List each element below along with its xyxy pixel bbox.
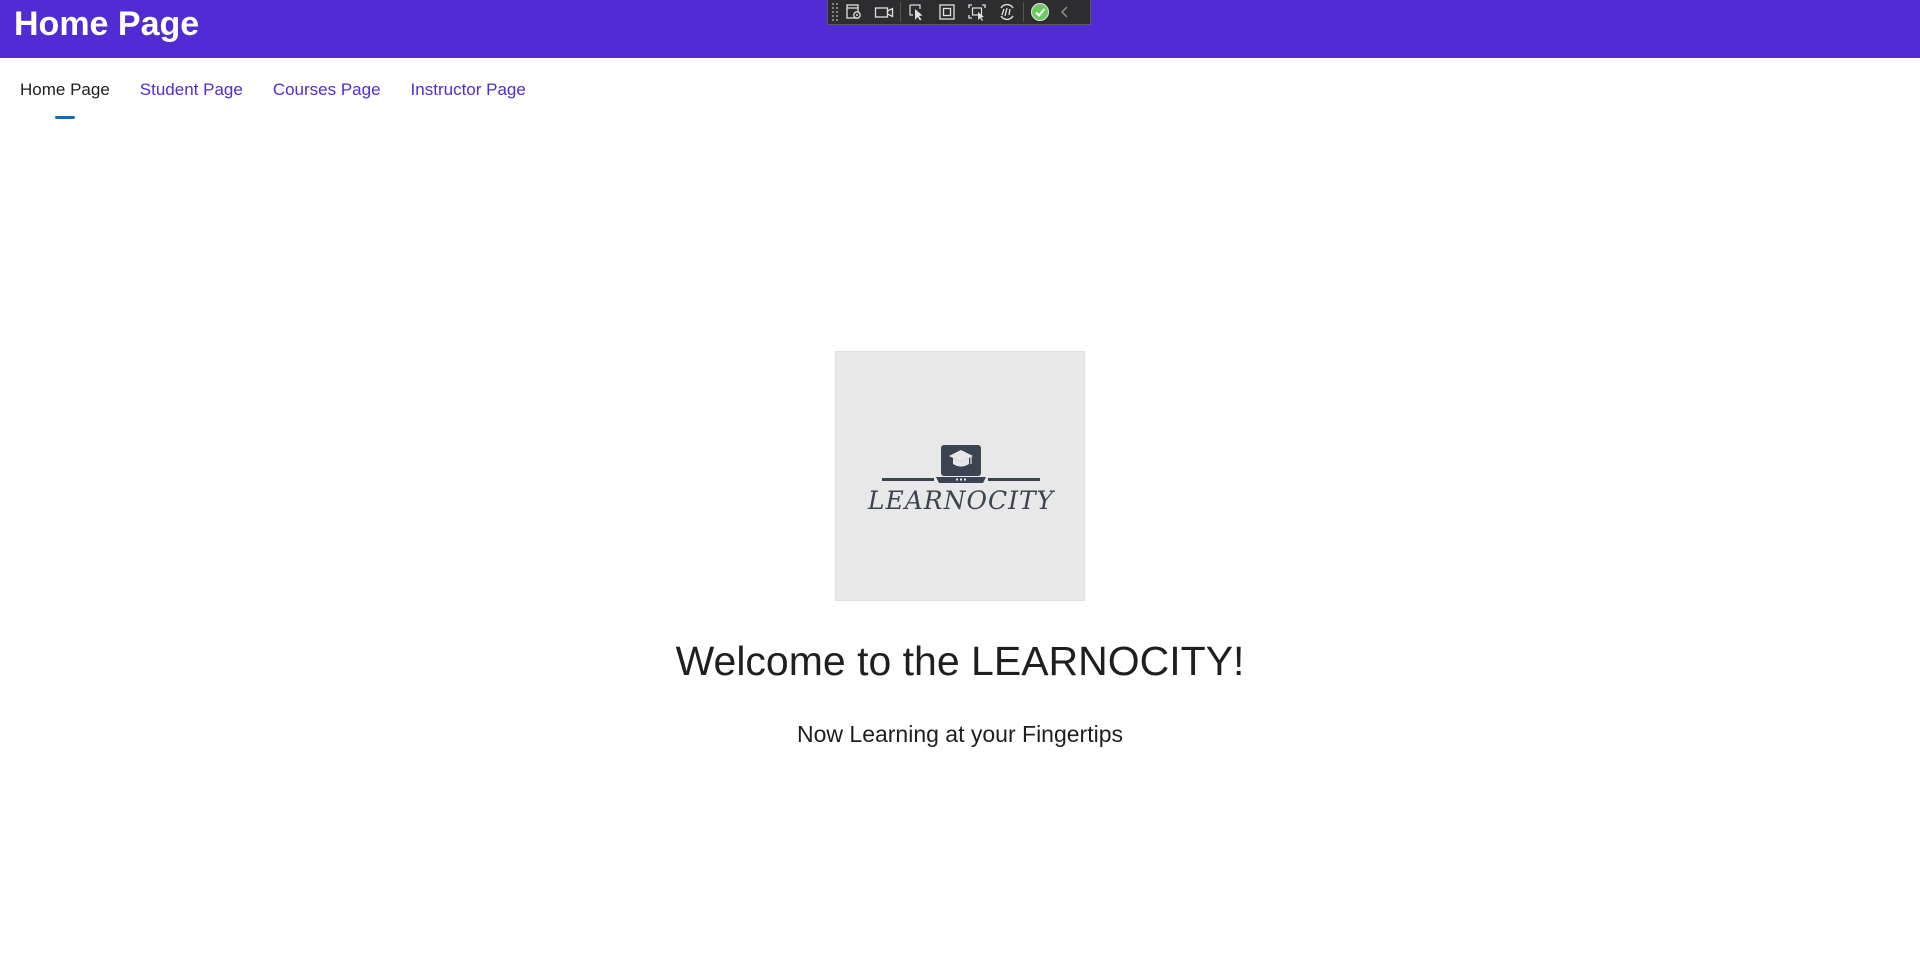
tab-label: Home Page bbox=[20, 80, 110, 99]
logo-wordmark: LEARNOCITY bbox=[867, 486, 1055, 515]
live-visual-tree-icon[interactable] bbox=[839, 0, 869, 24]
tab-label: Student Page bbox=[139, 80, 243, 99]
status-ok-icon[interactable] bbox=[1025, 0, 1055, 24]
tab-label: Instructor Page bbox=[410, 80, 526, 99]
collapse-chevron-icon[interactable] bbox=[1055, 0, 1075, 24]
tab-student-page[interactable]: Student Page bbox=[130, 75, 253, 115]
toolbar-separator bbox=[1023, 2, 1024, 22]
toolbar-separator bbox=[900, 2, 901, 22]
record-video-icon[interactable] bbox=[869, 0, 899, 24]
track-focus-icon[interactable] bbox=[962, 0, 992, 24]
hot-reload-icon[interactable] bbox=[992, 0, 1022, 24]
selected-tab-indicator bbox=[54, 116, 75, 119]
page-title: Home Page bbox=[14, 5, 200, 43]
tab-instructor-page[interactable]: Instructor Page bbox=[401, 75, 536, 115]
laptop-graduation-cap-icon bbox=[882, 445, 1040, 483]
toolbar-grip-handle[interactable] bbox=[831, 2, 839, 22]
xaml-debug-toolbar bbox=[827, 0, 1091, 25]
learnocity-logo: LEARNOCITY bbox=[835, 351, 1085, 601]
select-element-icon[interactable] bbox=[902, 0, 932, 24]
tab-home-page[interactable]: Home Page bbox=[10, 75, 120, 119]
tab-courses-page[interactable]: Courses Page bbox=[263, 75, 391, 115]
welcome-subtitle: Now Learning at your Fingertips bbox=[797, 721, 1123, 747]
display-layout-adorners-icon[interactable] bbox=[932, 0, 962, 24]
tab-label: Courses Page bbox=[272, 80, 381, 99]
page-tab-bar: Home Page Student Page Courses Page Inst… bbox=[0, 75, 536, 119]
welcome-heading: Welcome to the LEARNOCITY! bbox=[675, 638, 1245, 684]
